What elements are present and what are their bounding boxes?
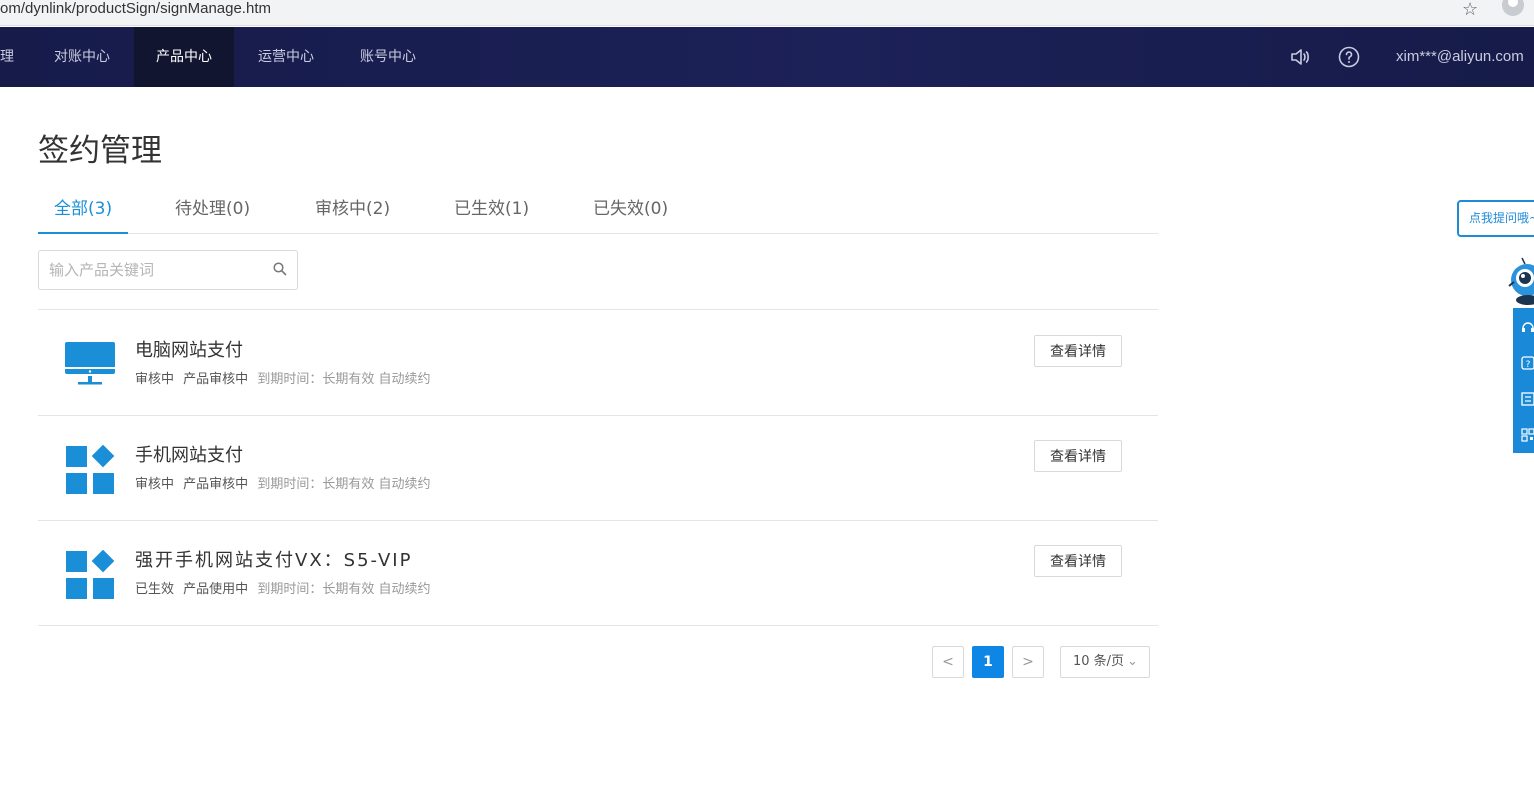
expiry-info: 到期时间：长期有效 自动续约 bbox=[257, 582, 431, 597]
expiry-info: 到期时间：长期有效 自动续约 bbox=[257, 372, 431, 387]
app-grid-icon bbox=[66, 445, 115, 494]
tab-effective[interactable]: 已生效(1) bbox=[454, 190, 529, 234]
product-name: 强开手机网站支付VX：S5-VIP bbox=[135, 550, 413, 571]
view-details-button[interactable]: 查看详情 bbox=[1034, 335, 1122, 367]
page-size-value: 10 条/页 bbox=[1073, 654, 1125, 669]
url-text[interactable]: om/dynlink/productSign/signManage.htm bbox=[0, 0, 271, 18]
sign-status: 审核中 bbox=[135, 372, 175, 387]
next-page-button[interactable]: > bbox=[1012, 646, 1044, 678]
chevron-down-icon: ⌄ bbox=[1127, 654, 1138, 669]
nav-item-operations[interactable]: 运营中心 bbox=[258, 27, 314, 87]
nav-item-account[interactable]: 账号中心 bbox=[360, 27, 416, 87]
page-1-button[interactable]: 1 bbox=[972, 646, 1004, 678]
search-box bbox=[38, 250, 298, 290]
product-meta: 审核中 产品审核中 到期时间：长期有效 自动续约 bbox=[135, 368, 430, 387]
status-tabs: 全部(3) 待处理(0) 审核中(2) 已生效(1) 已失效(0) bbox=[38, 190, 1158, 234]
tab-all[interactable]: 全部(3) bbox=[38, 190, 129, 234]
question-icon[interactable]: ? bbox=[1521, 356, 1534, 370]
assistant-mascot-icon[interactable] bbox=[1508, 256, 1534, 310]
search-icon[interactable] bbox=[272, 261, 288, 277]
bookmark-star-icon[interactable]: ☆ bbox=[1462, 0, 1478, 20]
profile-avatar-icon[interactable] bbox=[1502, 0, 1524, 16]
product-status: 产品使用中 bbox=[183, 582, 249, 597]
help-icon[interactable] bbox=[1337, 45, 1361, 69]
list-item: 强开手机网站支付VX：S5-VIP 已生效 产品使用中 到期时间：长期有效 自动… bbox=[38, 520, 1158, 626]
product-status: 产品审核中 bbox=[183, 372, 249, 387]
nav-item-reconciliation[interactable]: 对账中心 bbox=[54, 27, 110, 87]
product-name: 手机网站支付 bbox=[135, 445, 243, 466]
sign-status: 审核中 bbox=[135, 477, 175, 492]
nav-item-products[interactable]: 产品中心 bbox=[134, 27, 234, 87]
view-details-button[interactable]: 查看详情 bbox=[1034, 545, 1122, 577]
list-item: 电脑网站支付 审核中 产品审核中 到期时间：长期有效 自动续约 查看详情 bbox=[38, 310, 1158, 416]
prev-page-button[interactable]: < bbox=[932, 646, 964, 678]
product-meta: 审核中 产品审核中 到期时间：长期有效 自动续约 bbox=[135, 473, 430, 492]
side-toolbar: ? bbox=[1513, 308, 1534, 453]
app-grid-icon bbox=[66, 550, 115, 599]
nav-item-partial[interactable]: 理 bbox=[0, 27, 14, 87]
page-size-select[interactable]: 10 条/页 ⌄ bbox=[1060, 646, 1150, 678]
tab-expired[interactable]: 已失效(0) bbox=[593, 190, 668, 234]
tab-reviewing[interactable]: 审核中(2) bbox=[315, 190, 390, 234]
user-account[interactable]: xim***@aliyun.com bbox=[1396, 27, 1524, 87]
svg-text:?: ? bbox=[1526, 360, 1531, 370]
tab-pending[interactable]: 待处理(0) bbox=[175, 190, 250, 234]
monitor-icon bbox=[65, 342, 115, 385]
browser-address-bar: om/dynlink/productSign/signManage.htm ☆ bbox=[0, 0, 1534, 26]
feedback-icon[interactable] bbox=[1521, 392, 1534, 406]
list-item: 手机网站支付 审核中 产品审核中 到期时间：长期有效 自动续约 查看详情 bbox=[38, 415, 1158, 521]
speaker-icon[interactable] bbox=[1288, 45, 1312, 69]
top-navigation: 理 对账中心 产品中心 运营中心 账号中心 xim***@aliyun.com bbox=[0, 27, 1534, 87]
qr-code-icon[interactable] bbox=[1521, 428, 1534, 442]
product-status: 产品审核中 bbox=[183, 477, 249, 492]
headset-icon[interactable] bbox=[1521, 320, 1534, 334]
expiry-info: 到期时间：长期有效 自动续约 bbox=[257, 477, 431, 492]
product-meta: 已生效 产品使用中 到期时间：长期有效 自动续约 bbox=[135, 578, 430, 597]
sign-status: 已生效 bbox=[135, 582, 175, 597]
product-name: 电脑网站支付 bbox=[135, 340, 243, 361]
page-title: 签约管理 bbox=[38, 133, 162, 169]
search-input[interactable] bbox=[49, 259, 259, 281]
ask-question-bubble[interactable]: 点我提问哦~ bbox=[1457, 200, 1534, 237]
view-details-button[interactable]: 查看详情 bbox=[1034, 440, 1122, 472]
